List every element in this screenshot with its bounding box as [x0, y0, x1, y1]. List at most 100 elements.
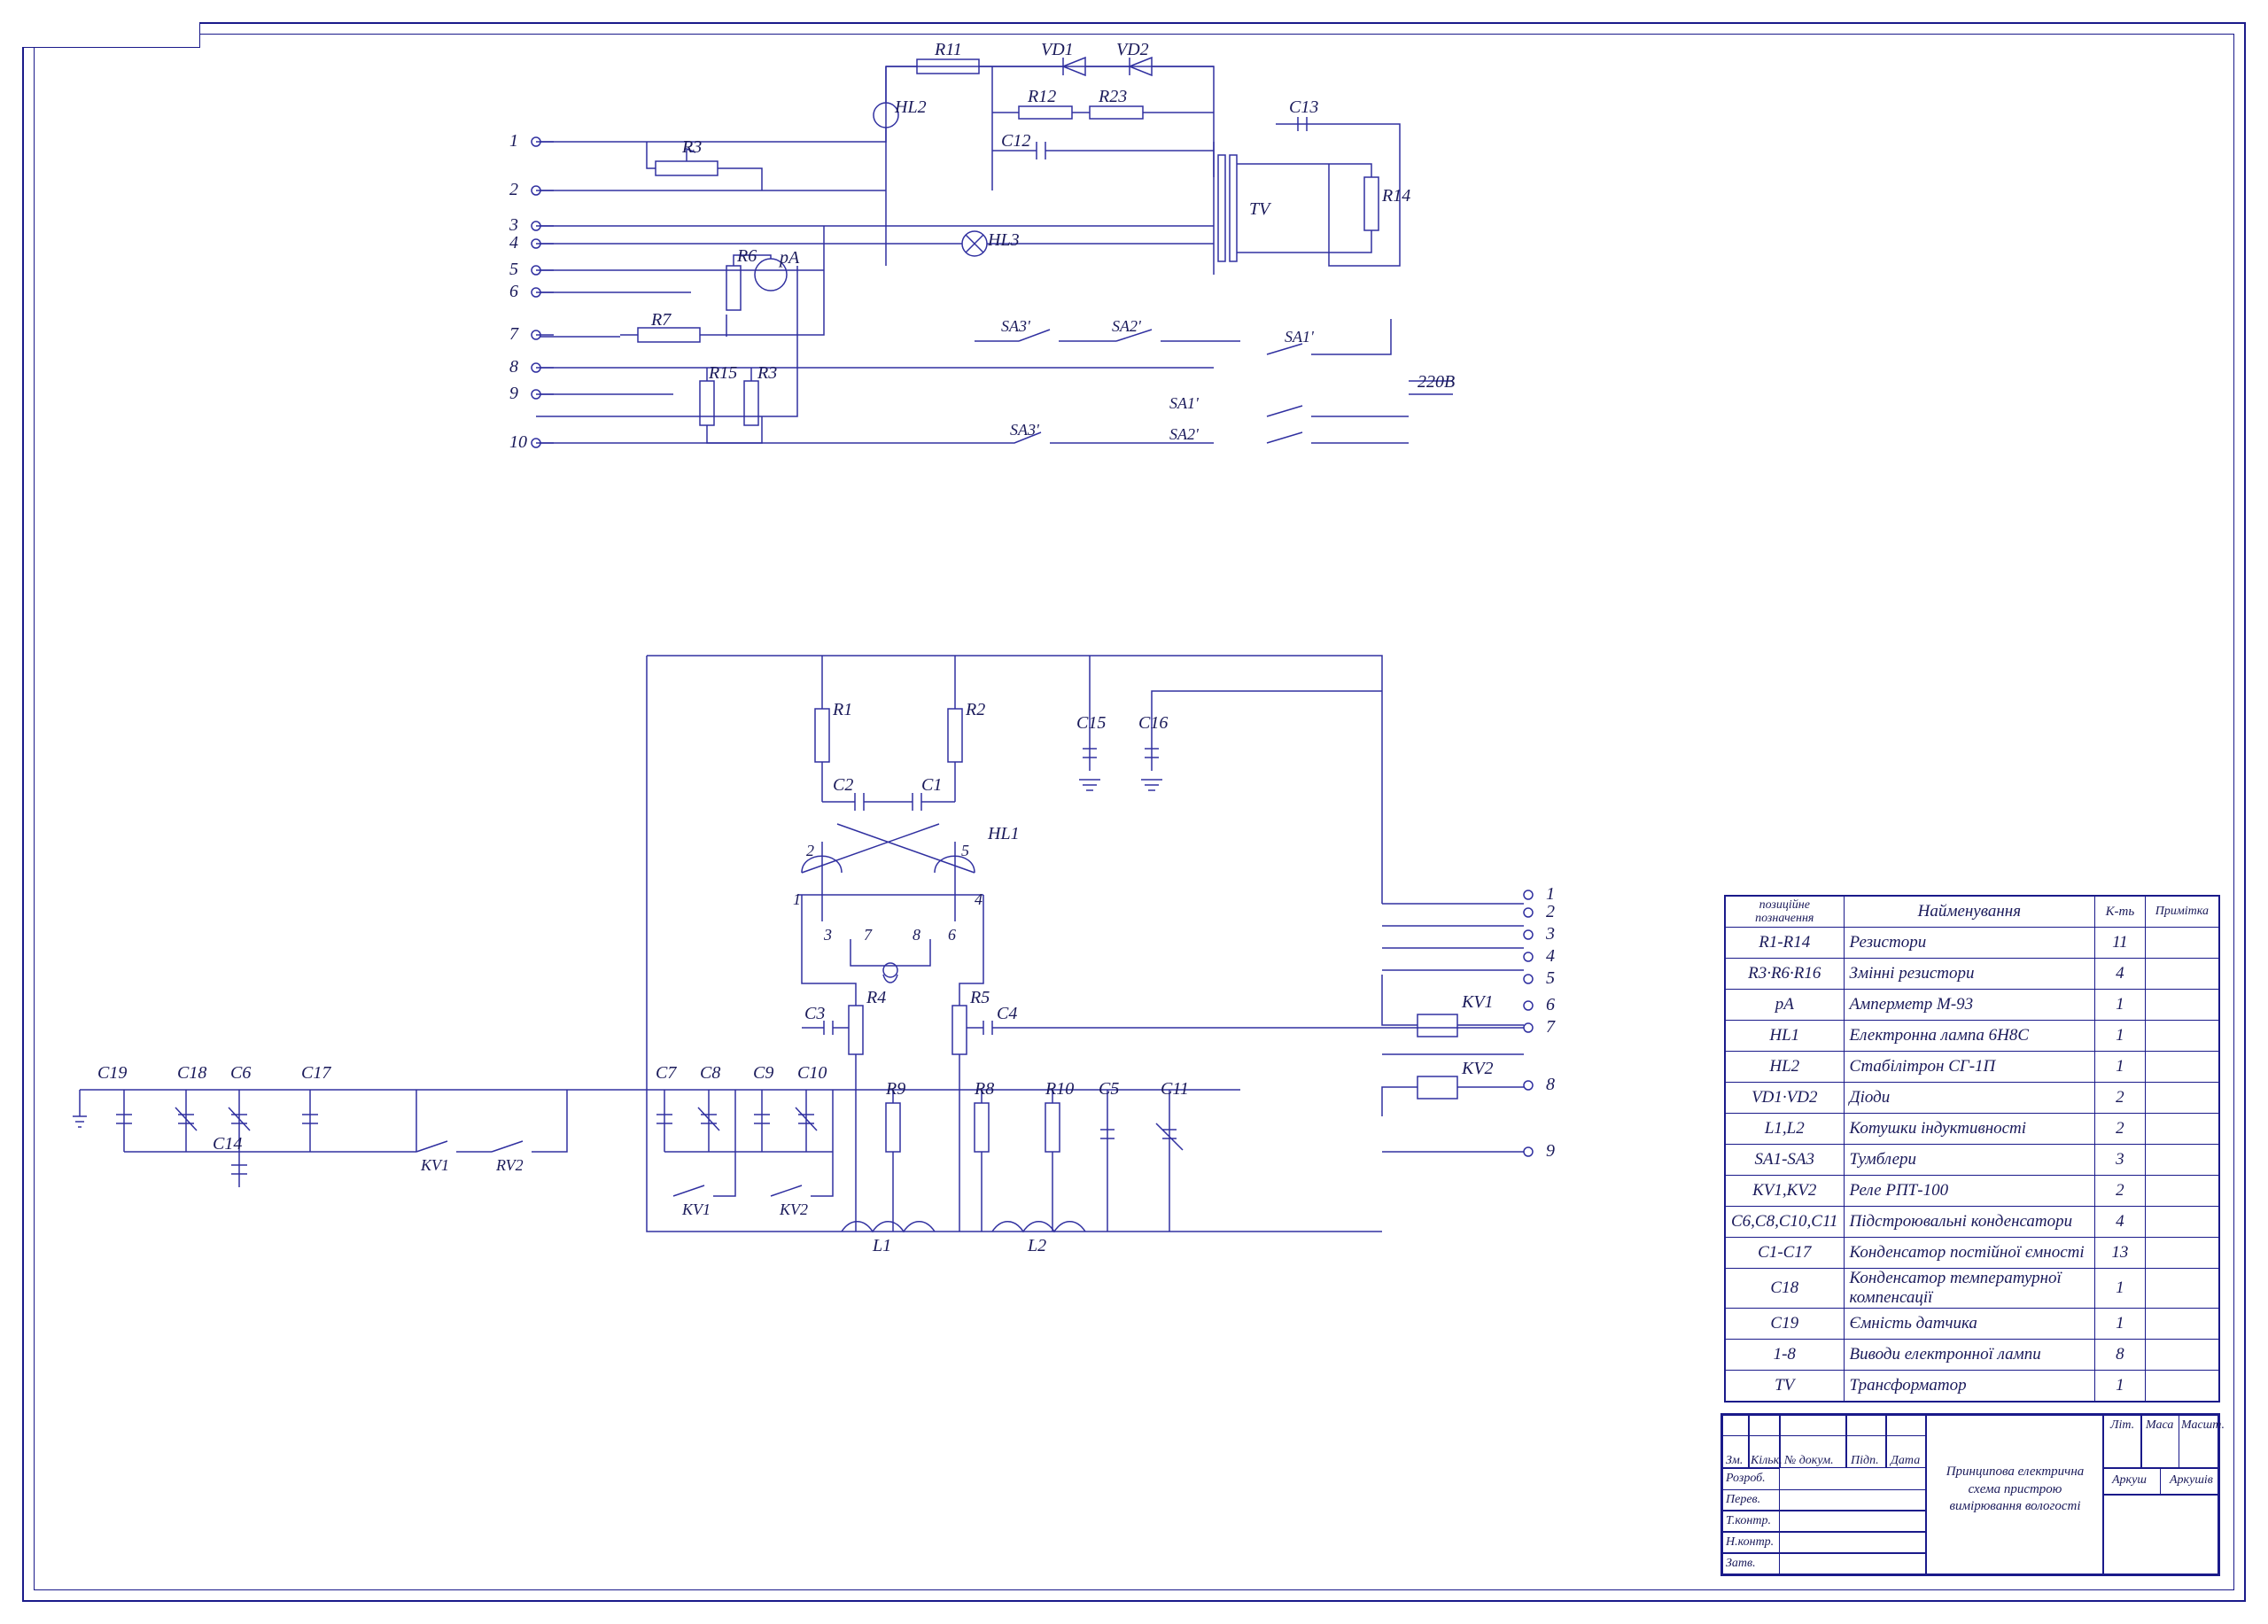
bom-note: [2145, 1114, 2219, 1145]
lower-terminal-7: 7: [1546, 1017, 1555, 1037]
bom-hd-note: Примітка: [2145, 896, 2219, 928]
bom-pos: KV1,KV2: [1725, 1176, 1844, 1207]
bom-note: [2145, 1269, 2219, 1309]
bom-row: TV Трансформатор 1: [1725, 1371, 2219, 1403]
lower-terminal-8: 8: [1546, 1075, 1555, 1095]
bom-row: pA Амперметр М-93 1: [1725, 990, 2219, 1021]
bom-name: Змінні резистори: [1844, 959, 2095, 990]
lbl-HL2: HL2: [895, 97, 927, 118]
bom-note: [2145, 928, 2219, 959]
lbl-p2: 2: [806, 842, 814, 860]
lbl-R6: R6: [737, 246, 757, 267]
lbl-C19: C19: [97, 1063, 127, 1084]
lbl-R1: R1: [833, 700, 852, 720]
bom-row: SA1-SA3 Тумблери 3: [1725, 1145, 2219, 1176]
lbl-p3: 3: [824, 926, 832, 944]
bom-note: [2145, 1371, 2219, 1403]
lbl-C13: C13: [1289, 97, 1318, 118]
bom-qty: 11: [2095, 928, 2146, 959]
bom-note: [2145, 1021, 2219, 1052]
bom-qty: 1: [2095, 1052, 2146, 1083]
lbl-L1: L1: [873, 1236, 891, 1256]
bom-qty: 1: [2095, 990, 2146, 1021]
lbl-C12: C12: [1001, 131, 1030, 152]
bom-note: [2145, 990, 2219, 1021]
lbl-R9: R9: [886, 1079, 905, 1100]
bom-header-row: позиційне позначення Найменування К-ть П…: [1725, 896, 2219, 928]
lbl-C10: C10: [797, 1063, 827, 1084]
bom-row: С19 Ємність датчика 1: [1725, 1309, 2219, 1340]
lbl-SA1a: SA1': [1285, 328, 1314, 346]
upper-terminal-5: 5: [509, 260, 518, 280]
lbl-SA2a: SA2': [1112, 317, 1141, 336]
tb-lit: Літ.: [2110, 1418, 2134, 1433]
tb-perev: Перев.: [1726, 1493, 1760, 1507]
lower-terminal-4: 4: [1546, 946, 1555, 967]
bom-note: [2145, 1052, 2219, 1083]
bom-hd-qty: К-ть: [2095, 896, 2146, 928]
bom-pos: pA: [1725, 990, 1844, 1021]
lbl-C7: C7: [656, 1063, 676, 1084]
lbl-RV2: RV2: [496, 1156, 524, 1175]
bom-row: С1-С17 Конденсатор постійної ємності 13: [1725, 1238, 2219, 1269]
bom-row: R3·R6·R16 Змінні резистори 4: [1725, 959, 2219, 990]
lbl-C3: C3: [804, 1004, 825, 1024]
lbl-VD1: VD1: [1041, 40, 1074, 60]
bom-pos: R1-R14: [1725, 928, 1844, 959]
bom-name: Котушки індуктивності: [1844, 1114, 2095, 1145]
bom-qty: 4: [2095, 959, 2146, 990]
bom-qty: 1: [2095, 1021, 2146, 1052]
bom-row: HL2 Стабілітрон СГ-1П 1: [1725, 1052, 2219, 1083]
upper-terminal-7: 7: [509, 324, 518, 345]
bom-note: [2145, 959, 2219, 990]
lbl-220V: 220В: [1418, 372, 1455, 392]
bom-qty: 1: [2095, 1371, 2146, 1403]
upper-terminal-6: 6: [509, 282, 518, 302]
lbl-KV1c: KV1: [1462, 992, 1494, 1013]
bom-note: [2145, 1238, 2219, 1269]
lower-terminal-2: 2: [1546, 902, 1555, 922]
bom-pos: HL2: [1725, 1052, 1844, 1083]
lbl-C11: C11: [1161, 1079, 1189, 1100]
bom-name: Амперметр М-93: [1844, 990, 2095, 1021]
lbl-R7: R7: [651, 310, 671, 330]
drawing-title: Принципова електрична схема пристрою вим…: [1933, 1464, 2097, 1516]
tb-ndok: № докум.: [1784, 1454, 1834, 1468]
lbl-p5: 5: [961, 842, 969, 860]
bom-pos: R3·R6·R16: [1725, 959, 1844, 990]
bom-pos: 1-8: [1725, 1340, 1844, 1371]
bom-qty: 1: [2095, 1309, 2146, 1340]
lbl-HL1: HL1: [988, 824, 1020, 844]
bom-qty: 2: [2095, 1176, 2146, 1207]
bom-qty: 1: [2095, 1269, 2146, 1309]
bom-hd-name: Найменування: [1844, 896, 2095, 928]
tb-nkontr: Н.контр.: [1726, 1535, 1774, 1550]
bom-qty: 13: [2095, 1238, 2146, 1269]
upper-terminal-8: 8: [509, 357, 518, 377]
bom-row: С18 Конденсатор температурної компенсаці…: [1725, 1269, 2219, 1309]
bom-row: 1-8 Виводи електронної лампи 8: [1725, 1340, 2219, 1371]
lbl-p8: 8: [913, 926, 920, 944]
bom-row: VD1·VD2 Діоди 2: [1725, 1083, 2219, 1114]
lbl-C15: C15: [1076, 713, 1106, 734]
lbl-C17: C17: [301, 1063, 330, 1084]
bom-qty: 3: [2095, 1145, 2146, 1176]
bom-pos: TV: [1725, 1371, 1844, 1403]
bom-name: Стабілітрон СГ-1П: [1844, 1052, 2095, 1083]
bom-name: Електронна лампа 6Н8С: [1844, 1021, 2095, 1052]
bom-qty: 2: [2095, 1083, 2146, 1114]
lbl-R23: R23: [1099, 87, 1127, 107]
lower-terminal-3: 3: [1546, 924, 1555, 944]
lbl-C2: C2: [833, 775, 853, 796]
bom-qty: 8: [2095, 1340, 2146, 1371]
lbl-TV: TV: [1249, 199, 1270, 220]
drawing-sheet: R3 R7 R6 pA R15 R3 HL2 R11 VD1 VD2 R12 R…: [0, 0, 2268, 1624]
tb-arks: Аркушів: [2170, 1473, 2213, 1488]
bom-pos: SA1-SA3: [1725, 1145, 1844, 1176]
tb-kilk: Кільк.: [1751, 1454, 1783, 1468]
lbl-R14: R14: [1382, 186, 1410, 206]
title-block: Зм. Кільк. № докум. Підп. Дата Розроб. П…: [1720, 1413, 2220, 1576]
lbl-R11: R11: [935, 40, 962, 60]
lbl-C1: C1: [921, 775, 942, 796]
bom-row: С6,С8,С10,С11 Підстроювальні конденсатор…: [1725, 1207, 2219, 1238]
